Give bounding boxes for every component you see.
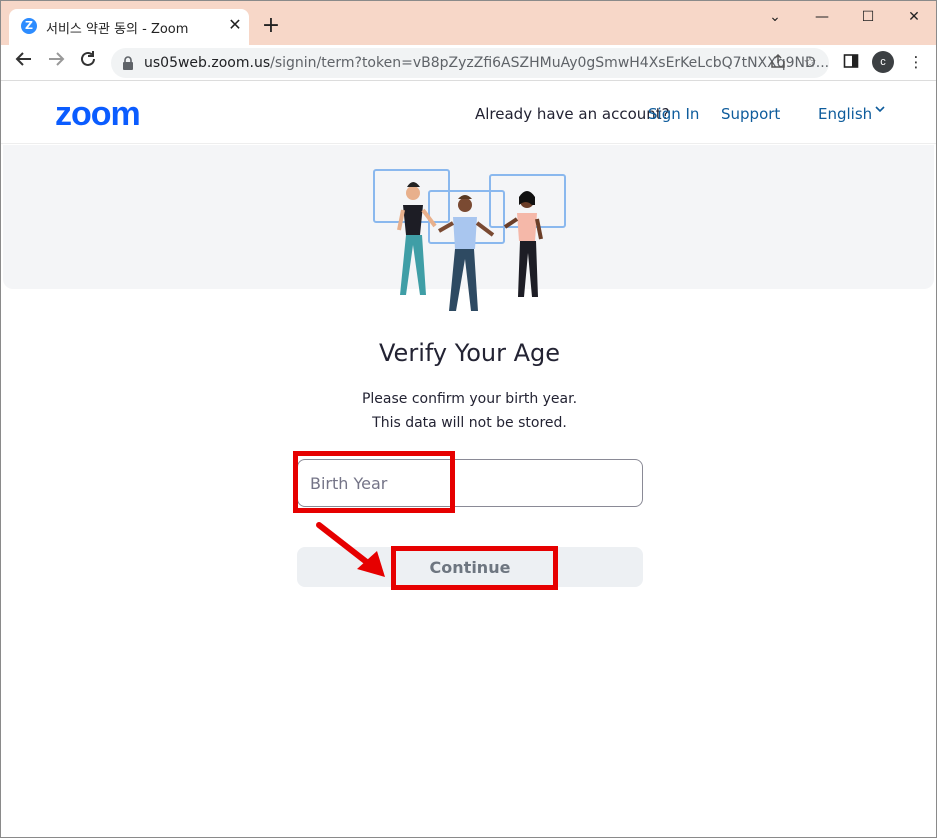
continue-button[interactable]: Continue (297, 547, 643, 587)
forward-arrow-icon[interactable] (43, 50, 69, 76)
url-text[interactable]: us05web.zoom.us/signin/term?token=vB8pZy… (144, 55, 829, 71)
support-link[interactable]: Support (721, 105, 780, 123)
account-prompt: Already have an account? (475, 105, 670, 123)
page-title: Verify Your Age (379, 339, 560, 367)
close-window-icon[interactable]: ✕ (899, 5, 929, 29)
maximize-icon[interactable]: ☐ (853, 5, 883, 29)
chevron-down-icon[interactable]: ⌄ (760, 5, 790, 29)
star-icon[interactable]: ☆ (800, 53, 820, 73)
browser-window: Z 서비스 약관 동의 - Zoom ✕ + ⌄ — ☐ ✕ us05web.z… (0, 0, 937, 838)
minimize-icon[interactable]: — (807, 5, 837, 29)
new-tab-icon[interactable]: + (259, 15, 283, 39)
zoom-favicon-icon: Z (21, 18, 37, 34)
url-path: /signin/term?token=vB8pZyzZfi6ASZHMuAy0g… (270, 55, 830, 71)
close-tab-icon[interactable]: ✕ (226, 17, 244, 35)
instruction-line-1: Please confirm your birth year. (361, 391, 578, 407)
address-bar[interactable]: us05web.zoom.us/signin/term?token=vB8pZy… (111, 48, 829, 78)
share-icon[interactable] (768, 53, 788, 73)
tab-strip: Z 서비스 약관 동의 - Zoom ✕ + ⌄ — ☐ ✕ (1, 1, 936, 45)
browser-toolbar: us05web.zoom.us/signin/term?token=vB8pZy… (1, 45, 936, 81)
back-arrow-icon[interactable] (11, 50, 37, 76)
browser-tab[interactable]: Z 서비스 약관 동의 - Zoom ✕ (9, 9, 249, 45)
site-header: zoom Already have an account? Sign In Su… (1, 81, 936, 144)
people-illustration (373, 169, 566, 311)
profile-avatar[interactable]: c (872, 51, 894, 73)
zoom-logo[interactable]: zoom (55, 95, 141, 134)
chevron-down-icon[interactable] (874, 103, 886, 118)
url-domain: us05web.zoom.us (144, 55, 271, 71)
birth-year-input[interactable] (297, 459, 643, 507)
lock-icon[interactable] (122, 56, 134, 70)
side-panel-icon[interactable] (841, 53, 861, 73)
tab-title: 서비스 약관 동의 - Zoom (46, 22, 189, 37)
language-selector[interactable]: English (818, 105, 872, 123)
instruction-line-2: This data will not be stored. (372, 415, 567, 431)
kebab-menu-icon[interactable]: ⋮ (906, 53, 926, 73)
reload-icon[interactable] (75, 50, 101, 76)
sign-in-link[interactable]: Sign In (648, 105, 699, 123)
